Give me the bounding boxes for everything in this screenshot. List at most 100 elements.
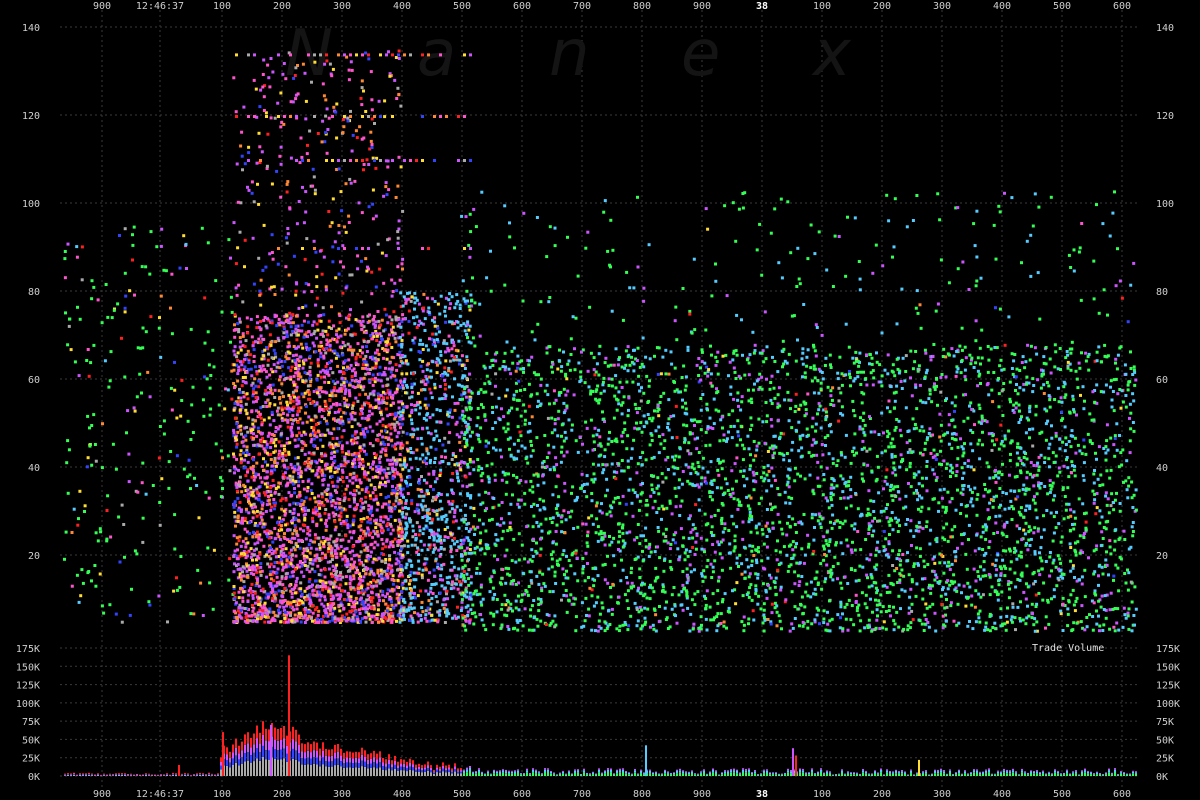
trade-point xyxy=(302,574,306,578)
trade-point xyxy=(301,380,305,383)
trade-point xyxy=(325,524,329,528)
trade-point xyxy=(387,471,391,475)
trade-point xyxy=(284,77,288,81)
trade-point xyxy=(364,500,368,504)
trade-point xyxy=(382,194,386,198)
trade-point xyxy=(364,372,368,376)
trade-point xyxy=(340,435,344,439)
trade-point xyxy=(266,562,270,566)
trade-point xyxy=(315,296,319,300)
trade-point xyxy=(104,283,108,286)
trade-point xyxy=(424,589,428,593)
trade-point xyxy=(453,511,457,514)
trade-point xyxy=(416,546,420,550)
trade-point xyxy=(426,515,430,519)
trade-point xyxy=(265,375,269,379)
trade-point xyxy=(232,428,236,432)
trade-point xyxy=(364,532,368,536)
trade-point xyxy=(314,350,318,354)
trade-point xyxy=(64,311,67,315)
trade-point xyxy=(295,222,299,226)
trade-point xyxy=(371,188,375,192)
trade-point xyxy=(374,526,378,530)
trade-point xyxy=(246,479,250,483)
trade-point xyxy=(351,459,355,463)
trade-point xyxy=(1009,489,1013,493)
trade-point xyxy=(264,265,268,269)
trade-point xyxy=(304,99,308,103)
trade-point xyxy=(252,387,256,391)
trade-point xyxy=(459,508,463,512)
trade-point xyxy=(352,518,356,522)
trade-point xyxy=(347,450,351,454)
trade-point xyxy=(241,379,245,383)
trade-point xyxy=(381,593,385,597)
trade-point xyxy=(442,538,446,542)
trade-point xyxy=(299,620,303,624)
trade-point xyxy=(333,470,337,474)
trade-point xyxy=(237,328,241,331)
trade-point xyxy=(175,454,179,458)
trade-point xyxy=(289,375,293,379)
trade-point xyxy=(354,396,358,400)
trade-point xyxy=(435,434,439,438)
trade-point xyxy=(452,586,456,590)
trade-point xyxy=(270,439,274,443)
trade-point xyxy=(272,484,276,488)
trade-point xyxy=(437,528,440,532)
trade-point xyxy=(408,414,412,418)
trade-point xyxy=(318,514,322,518)
trade-point xyxy=(304,512,307,516)
trade-point xyxy=(296,358,300,361)
trade-point xyxy=(382,281,386,285)
trade-point xyxy=(421,348,425,351)
trade-point xyxy=(369,404,373,408)
trade-point xyxy=(435,408,439,412)
trade-point xyxy=(254,365,257,369)
trade-point xyxy=(242,368,246,372)
trade-point xyxy=(409,299,413,303)
trade-point xyxy=(377,343,381,347)
trade-point xyxy=(250,191,254,195)
trade-point xyxy=(239,568,243,572)
trade-point xyxy=(251,390,255,394)
trade-point xyxy=(453,355,456,359)
trade-point xyxy=(343,401,347,405)
trade-point xyxy=(237,468,240,472)
trade-point xyxy=(282,605,286,609)
trade-point xyxy=(327,361,331,365)
trade-point xyxy=(220,310,224,314)
trade-point xyxy=(173,360,176,364)
trade-point xyxy=(259,476,262,480)
trade-point xyxy=(158,523,162,527)
trade-point xyxy=(305,489,309,493)
trade-point xyxy=(362,575,366,579)
trade-point xyxy=(354,318,358,322)
trade-point xyxy=(436,620,440,624)
trade-point xyxy=(250,613,254,617)
trade-point xyxy=(295,617,299,621)
trade-point xyxy=(358,355,362,359)
trade-point xyxy=(249,591,253,595)
trade-point xyxy=(323,511,327,515)
trade-point xyxy=(235,617,239,621)
trade-point xyxy=(370,620,374,624)
trade-point xyxy=(334,555,338,559)
trade-point xyxy=(455,433,459,437)
trade-point xyxy=(304,379,308,383)
trade-point xyxy=(450,320,454,324)
trade-point xyxy=(443,309,447,313)
trade-point xyxy=(166,620,169,624)
trade-point xyxy=(141,540,145,544)
trade-point xyxy=(442,562,446,566)
trade-point xyxy=(259,319,262,323)
trade-point xyxy=(339,552,343,556)
trade-point xyxy=(108,603,112,607)
trade-point xyxy=(464,395,468,399)
trade-point xyxy=(243,365,247,369)
trade-point xyxy=(335,552,339,556)
trade-point xyxy=(283,537,287,540)
trade-point xyxy=(364,110,368,113)
trade-point xyxy=(440,507,444,511)
trade-point xyxy=(268,333,272,337)
